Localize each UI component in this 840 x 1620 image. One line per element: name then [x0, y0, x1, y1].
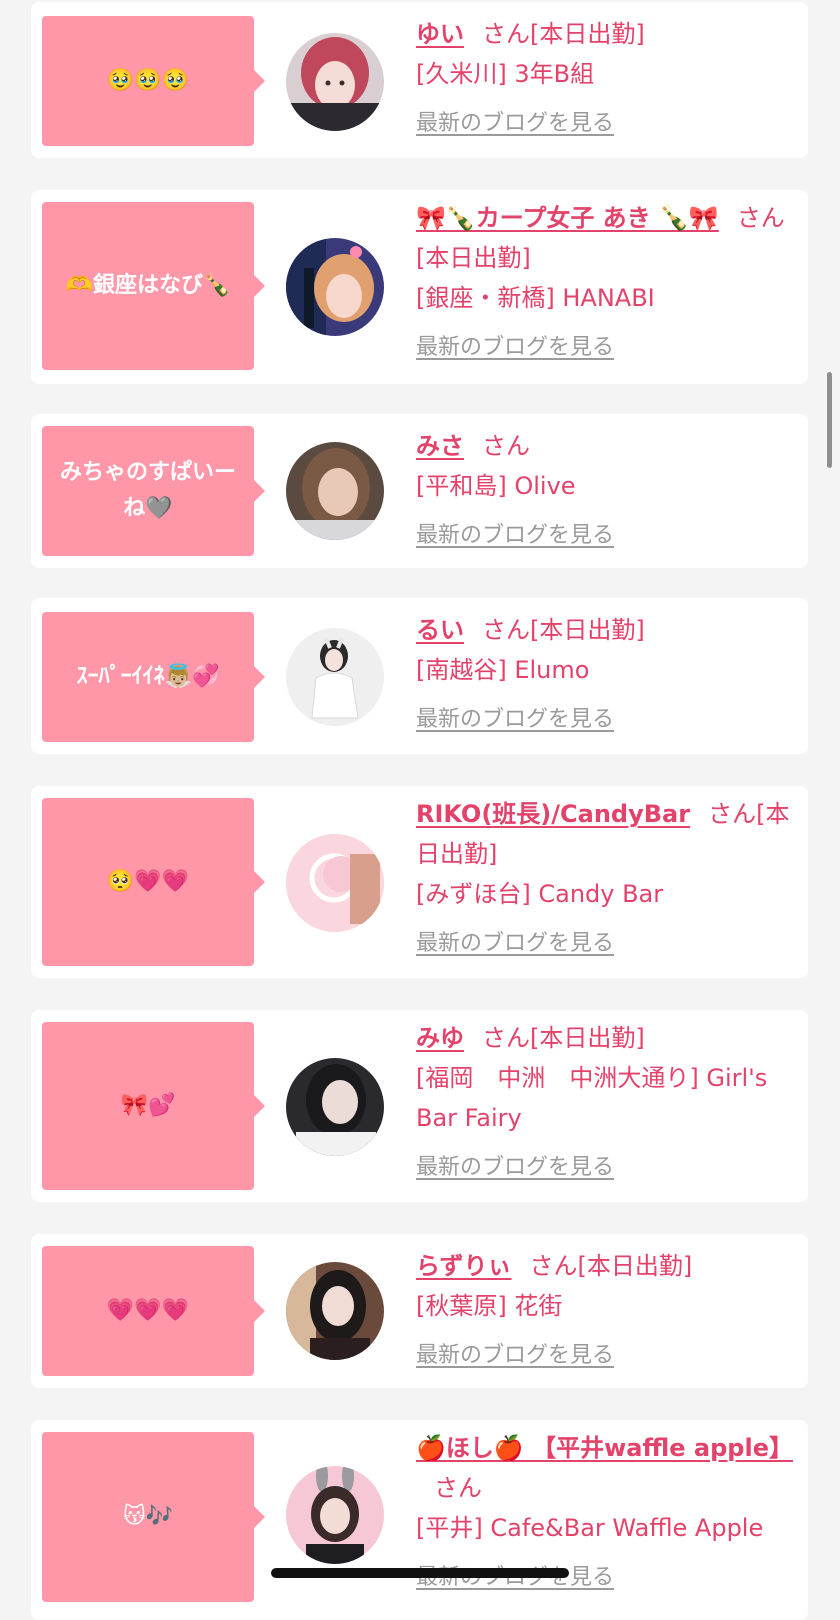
scrollbar[interactable] — [827, 372, 832, 468]
shop-info: [平和島] Olive — [416, 472, 576, 500]
girl-name-link[interactable]: みさ — [416, 432, 464, 460]
list-item: 😽🎶 🍎ほし🍎 【平井waffle apple】さん [平井] Cafe&Bar… — [31, 1420, 808, 1620]
avatar[interactable] — [286, 1058, 384, 1156]
entry-info: ゆい さん[本日出勤] [久米川] 3年B組 最新のブログを見る — [416, 14, 801, 144]
list-item: 🎀💕 みゆ さん[本日出勤] [福岡 中洲 中洲大通り] Girl's Bar F… — [31, 1010, 808, 1202]
avatar[interactable] — [286, 442, 384, 540]
latest-blog-link[interactable]: 最新のブログを見る — [416, 516, 614, 556]
girl-name-link[interactable]: 🍎ほし🍎 【平井waffle apple】 — [416, 1434, 793, 1462]
avatar[interactable] — [286, 238, 384, 336]
comment-text: 😽🎶 — [122, 1504, 174, 1529]
comment-text: 🥺💗💗 — [106, 869, 190, 894]
comment-text: 🎀💕 — [120, 1093, 176, 1118]
entry-info: るい さん[本日出勤] [南越谷] Elumo 最新のブログを見る — [416, 610, 801, 740]
list-item: ｽｰﾊﾟｰｲｲﾈ👼🏼💞 るい さん[本日出勤] [南越谷] Elumo 最新のブロ… — [31, 598, 808, 754]
girl-name-link[interactable]: らずりぃ — [416, 1252, 512, 1280]
comment-text: ｽｰﾊﾟｰｲｲﾈ👼🏼💞 — [76, 664, 220, 689]
entry-info: RIKO(班長)/CandyBar さん[本日出勤] [みずほ台] Candy B… — [416, 794, 801, 964]
entry-info: 🎀🍾カープ女子 あき 🍾🎀 さん[本日出勤] [銀座・新橋] HANABI 最新の… — [416, 198, 801, 368]
shop-info: [南越谷] Elumo — [416, 656, 590, 684]
list-item: 🥹🥹🥹 ゆい さん[本日出勤] [久米川] 3年B組 最新のブログを見る — [31, 2, 808, 158]
honorific-status: さん[本日出勤] — [529, 1252, 693, 1280]
avatar[interactable] — [286, 33, 384, 131]
avatar[interactable] — [286, 1262, 384, 1360]
shop-info: [久米川] 3年B組 — [416, 60, 595, 88]
comment-bubble: 🎀💕 — [42, 1022, 265, 1190]
honorific-status: さん — [482, 432, 530, 460]
comment-bubble: ｽｰﾊﾟｰｲｲﾈ👼🏼💞 — [42, 612, 265, 742]
entry-info: らずりぃ さん[本日出勤] [秋葉原] 花街 最新のブログを見る — [416, 1246, 801, 1376]
entry-info: みさ さん [平和島] Olive 最新のブログを見る — [416, 426, 801, 556]
girl-name-link[interactable]: 🎀🍾カープ女子 あき 🍾🎀 — [416, 204, 719, 232]
comment-bubble: 🥹🥹🥹 — [42, 16, 265, 146]
girls-list: 🥹🥹🥹 ゆい さん[本日出勤] [久米川] 3年B組 最新のブログを見る 🫶銀座は… — [0, 0, 840, 1620]
entry-info: みゆ さん[本日出勤] [福岡 中洲 中洲大通り] Girl's Bar Fair… — [416, 1018, 801, 1188]
latest-blog-link[interactable]: 最新のブログを見る — [416, 1148, 614, 1188]
latest-blog-link[interactable]: 最新のブログを見る — [416, 924, 614, 964]
comment-text: みちゃのすぱいーね🩶 — [59, 460, 236, 521]
comment-bubble: 😽🎶 — [42, 1432, 265, 1602]
latest-blog-link[interactable]: 最新のブログを見る — [416, 700, 614, 740]
honorific-status: さん — [434, 1474, 482, 1502]
latest-blog-link[interactable]: 最新のブログを見る — [416, 1558, 614, 1598]
shop-info: [みずほ台] Candy Bar — [416, 880, 664, 908]
honorific-status: さん[本日出勤] — [482, 616, 645, 644]
latest-blog-link[interactable]: 最新のブログを見る — [416, 1336, 614, 1376]
avatar[interactable] — [286, 1466, 384, 1564]
girl-name-link[interactable]: るい — [416, 616, 464, 644]
list-item: みちゃのすぱいーね🩶 みさ さん [平和島] Olive 最新のブログを見る — [31, 414, 808, 568]
comment-bubble: 🫶銀座はなび🍾 — [42, 202, 265, 370]
honorific-status: さん[本日出勤] — [482, 20, 645, 48]
shop-info: [銀座・新橋] HANABI — [416, 284, 655, 312]
comment-text: 🥹🥹🥹 — [106, 68, 190, 93]
comment-bubble: 🥺💗💗 — [42, 798, 265, 966]
avatar[interactable] — [286, 628, 384, 726]
girl-name-link[interactable]: ゆい — [416, 20, 464, 48]
list-item: 🫶銀座はなび🍾 🎀🍾カープ女子 あき 🍾🎀 さん[本日出勤] [銀座・新橋] HA… — [31, 190, 808, 384]
girl-name-link[interactable]: RIKO(班長)/CandyBar — [416, 800, 690, 828]
shop-info: [福岡 中洲 中洲大通り] Girl's Bar Fairy — [416, 1064, 768, 1132]
comment-text: 💗💗💗 — [106, 1298, 190, 1323]
shop-info: [平井] Cafe&Bar Waffle Apple — [416, 1514, 764, 1542]
latest-blog-link[interactable]: 最新のブログを見る — [416, 104, 614, 144]
list-item: 🥺💗💗 RIKO(班長)/CandyBar さん[本日出勤] [みずほ台] Can… — [31, 786, 808, 978]
home-indicator[interactable] — [271, 1568, 569, 1578]
comment-bubble: みちゃのすぱいーね🩶 — [42, 426, 265, 556]
comment-text: 🫶銀座はなび🍾 — [65, 273, 231, 298]
list-item: 💗💗💗 らずりぃ さん[本日出勤] [秋葉原] 花街 最新のブログを見る — [31, 1234, 808, 1388]
honorific-status: さん[本日出勤] — [482, 1024, 645, 1052]
latest-blog-link[interactable]: 最新のブログを見る — [416, 328, 614, 368]
avatar[interactable] — [286, 834, 384, 932]
comment-bubble: 💗💗💗 — [42, 1246, 265, 1376]
shop-info: [秋葉原] 花街 — [416, 1292, 563, 1320]
girl-name-link[interactable]: みゆ — [416, 1024, 464, 1052]
